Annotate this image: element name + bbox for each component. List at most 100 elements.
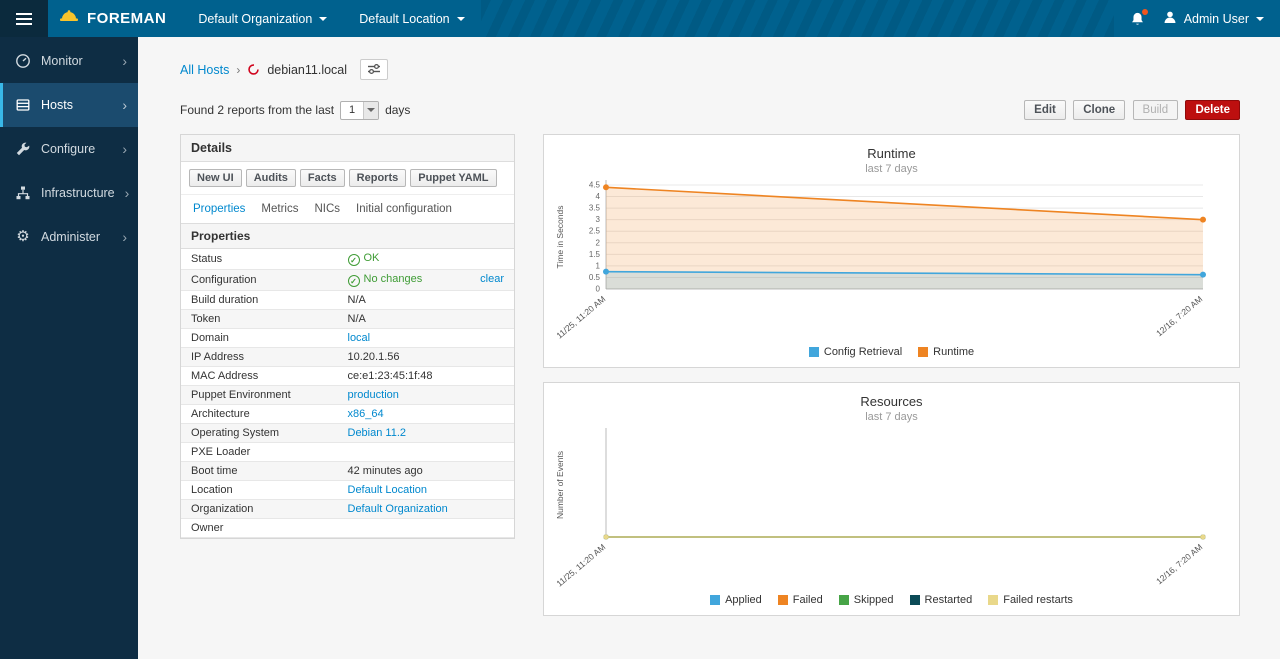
property-value (338, 443, 515, 462)
puppet-environment-link[interactable]: production (348, 389, 399, 401)
svg-text:2.5: 2.5 (589, 227, 601, 236)
legend-swatch (778, 595, 788, 605)
property-label: Build duration (181, 291, 338, 310)
location-selector[interactable]: Default Location (343, 0, 480, 37)
facts-button[interactable]: Facts (300, 169, 345, 187)
build-button[interactable]: Build (1133, 100, 1179, 120)
property-label: Boot time (181, 462, 338, 481)
breadcrumb-separator: › (236, 63, 240, 77)
edit-button[interactable]: Edit (1024, 100, 1066, 120)
sidebar-item-label: Hosts (41, 98, 73, 112)
svg-text:4.5: 4.5 (589, 181, 601, 190)
tab-initial-configuration[interactable]: Initial configuration (348, 200, 460, 218)
puppet-yaml-button[interactable]: Puppet YAML (410, 169, 496, 187)
property-value: Debian 11.2 (338, 424, 515, 443)
svg-text:3: 3 (596, 215, 601, 224)
clear-link[interactable]: clear (480, 273, 504, 285)
clone-button[interactable]: Clone (1073, 100, 1125, 120)
property-label: Architecture (181, 405, 338, 424)
topbar-decoration (481, 0, 1114, 37)
chevron-right-icon: › (122, 229, 127, 245)
app-root: FOREMAN Default Organization Default Loc… (0, 0, 1280, 659)
runtime-chart: 00.511.522.533.544.511/25, 11:20 AM12/16… (552, 175, 1231, 345)
new-ui-button[interactable]: New UI (189, 169, 242, 187)
sidebar-item-hosts[interactable]: Hosts › (0, 83, 138, 127)
audits-button[interactable]: Audits (246, 169, 296, 187)
property-label: Puppet Environment (181, 386, 338, 405)
delete-button[interactable]: Delete (1185, 100, 1240, 120)
resources-chart-title: Resources (552, 394, 1231, 409)
breadcrumb-current-host: debian11.local (267, 63, 347, 77)
architecture-link[interactable]: x86_64 (348, 408, 384, 420)
property-label: MAC Address (181, 367, 338, 386)
property-label: Status (181, 249, 338, 270)
notification-badge (1142, 9, 1148, 15)
property-row-architecture: Architecture x86_64 (181, 405, 514, 424)
hamburger-menu-button[interactable] (0, 0, 48, 37)
report-count-text: Found 2 reports from the last (180, 103, 334, 117)
gauge-icon (15, 53, 31, 69)
organization-link[interactable]: Default Organization (348, 503, 448, 515)
details-panel-title: Details (181, 135, 514, 162)
tab-metrics[interactable]: Metrics (253, 200, 306, 218)
wrench-icon (15, 141, 31, 157)
domain-link[interactable]: local (348, 332, 371, 344)
legend-item-restarted[interactable]: Restarted (910, 594, 973, 606)
svg-text:11/25, 11:20 AM: 11/25, 11:20 AM (554, 542, 607, 589)
legend-item-applied[interactable]: Applied (710, 594, 762, 606)
foreman-brand[interactable]: FOREMAN (48, 0, 182, 37)
organization-selector-label: Default Organization (198, 12, 312, 26)
sidebar-item-monitor[interactable]: Monitor › (0, 39, 138, 83)
sidebar-item-label: Administer (41, 230, 100, 244)
property-label: Operating System (181, 424, 338, 443)
status-ok-text: OK (364, 252, 380, 264)
legend-item-config-retrieval[interactable]: Config Retrieval (809, 346, 902, 358)
ui-switcher-button[interactable] (360, 59, 388, 80)
legend-item-failed-restarts[interactable]: Failed restarts (988, 594, 1073, 606)
svg-text:12/16, 7:20 AM: 12/16, 7:20 AM (1154, 294, 1204, 338)
location-link[interactable]: Default Location (348, 484, 428, 496)
sidebar-item-infrastructure[interactable]: Infrastructure › (0, 171, 138, 215)
property-row-token: TokenN/A (181, 310, 514, 329)
legend-item-skipped[interactable]: Skipped (839, 594, 894, 606)
breadcrumb-all-hosts-link[interactable]: All Hosts (180, 63, 229, 77)
svg-text:1.5: 1.5 (589, 250, 601, 259)
report-days-text: days (385, 103, 410, 117)
topbar-right: Admin User (1114, 0, 1280, 37)
resources-chart-legend: Applied Failed Skipped Restarted Failed rest… (552, 593, 1231, 611)
resources-chart-card: Resources last 7 days 11/25, 11:20 AM12/… (543, 382, 1240, 616)
legend-swatch (809, 347, 819, 357)
sidebar-item-administer[interactable]: ⚙ Administer › (0, 215, 138, 259)
legend-item-failed[interactable]: Failed (778, 594, 823, 606)
sidebar-item-configure[interactable]: Configure › (0, 127, 138, 171)
svg-text:Time in Seconds: Time in Seconds (555, 206, 565, 269)
property-row-configuration: Configuration✓No changesclear (181, 270, 514, 291)
properties-table-body: Status✓OKConfiguration✓No changesclearBu… (181, 249, 514, 538)
brand-text: FOREMAN (87, 10, 166, 27)
sliders-icon (367, 63, 381, 75)
check-circle-icon: ✓ (348, 275, 360, 287)
gear-icon: ⚙ (15, 229, 31, 245)
property-row-puppet-environment: Puppet Environment production (181, 386, 514, 405)
host-action-buttons: Edit Clone Build Delete (1020, 100, 1240, 120)
user-menu[interactable]: Admin User (1163, 10, 1264, 27)
user-icon (1163, 10, 1177, 27)
tab-properties[interactable]: Properties (185, 200, 253, 218)
reports-button[interactable]: Reports (349, 169, 407, 187)
charts-column: Runtime last 7 days 00.511.522.533.544.5… (543, 134, 1240, 616)
property-label: Location (181, 481, 338, 500)
notifications-bell-icon[interactable] (1130, 11, 1145, 27)
organization-selector[interactable]: Default Organization (182, 0, 343, 37)
sidebar-item-label: Monitor (41, 54, 83, 68)
legend-item-runtime[interactable]: Runtime (918, 346, 974, 358)
property-value (338, 519, 515, 538)
property-row-organization: OrganizationDefault Organization (181, 500, 514, 519)
property-value: production (338, 386, 515, 405)
property-row-location: Location Default Location (181, 481, 514, 500)
property-row-status: Status✓OK (181, 249, 514, 270)
operating-system-link[interactable]: Debian 11.2 (348, 427, 407, 439)
legend-swatch (710, 595, 720, 605)
property-row-owner: Owner (181, 519, 514, 538)
tab-nics[interactable]: NICs (306, 200, 348, 218)
days-select[interactable]: 1 (340, 101, 379, 120)
